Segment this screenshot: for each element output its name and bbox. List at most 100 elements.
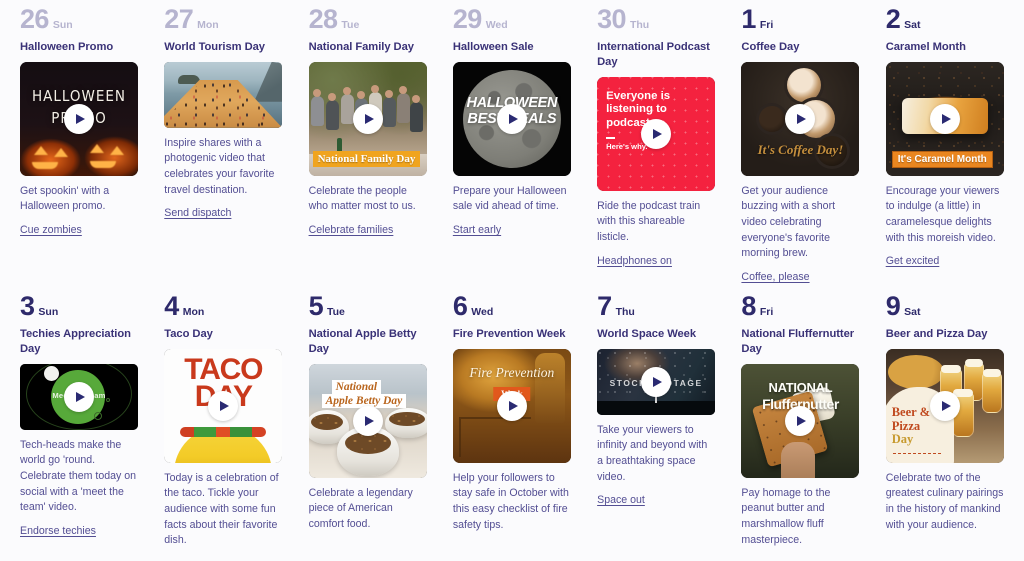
- event-card[interactable]: National Apple Betty Day National Apple …: [308, 321, 427, 533]
- event-description: Get your audience buzzing with a short v…: [741, 184, 836, 260]
- event-action-link[interactable]: Space out: [597, 494, 645, 506]
- date-weekday: Fri: [759, 19, 774, 31]
- date-number: 9: [885, 291, 901, 321]
- calendar-day-cell[interactable]: 6 Wed Fire Prevention Week Fire Preventi…: [452, 287, 571, 561]
- play-icon[interactable]: [929, 390, 960, 421]
- event-action-link[interactable]: Endorse techies: [20, 525, 96, 537]
- event-card[interactable]: Fire Prevention Week Fire Prevention Wee…: [452, 321, 571, 533]
- thumbnail-overlay-text: National Apple Betty Day: [321, 379, 407, 408]
- video-thumbnail[interactable]: Meet the team: [20, 363, 138, 430]
- event-action-link[interactable]: Start early: [453, 224, 501, 236]
- event-description: Today is a celebration of the taco. Tick…: [164, 471, 279, 547]
- date-weekday: Sat: [904, 306, 921, 318]
- play-icon[interactable]: [929, 103, 960, 134]
- thumbnail-overlay-text: Beer & Pizza Day: [892, 406, 930, 447]
- video-thumbnail[interactable]: STOCK FOOTAGE: [597, 348, 716, 415]
- play-icon[interactable]: [496, 390, 527, 421]
- date-header: 27 Mon: [164, 0, 282, 34]
- event-action-link[interactable]: Celebrate families: [309, 224, 394, 236]
- thumbnail-badge: It's Coffee Day!: [757, 141, 844, 157]
- date-number: 29: [452, 4, 482, 34]
- event-description: Get spookin' with a Halloween promo.: [20, 184, 110, 213]
- date-header: 7 Thu: [597, 287, 715, 321]
- video-thumbnail[interactable]: Fire Prevention Week: [452, 348, 571, 463]
- image-thumbnail[interactable]: [164, 61, 283, 128]
- event-card[interactable]: World Space Week STOCK FOOTAGE Take your…: [597, 321, 716, 508]
- play-icon[interactable]: [352, 405, 383, 436]
- calendar-day-cell[interactable]: 1 Fri Coffee Day It's Coffee Day! Get yo…: [741, 0, 860, 287]
- calendar-day-cell[interactable]: 3 Sun Techies Appreciation Day Meet the …: [20, 287, 138, 561]
- event-card[interactable]: Techies Appreciation Day Meet the team T…: [20, 321, 138, 539]
- event-description: Celebrate the people who matter most to …: [308, 184, 416, 213]
- video-thumbnail[interactable]: It's Caramel Month: [885, 61, 1004, 176]
- event-description: Prepare your Halloween sale vid ahead of…: [452, 184, 567, 213]
- date-number: 8: [741, 291, 756, 321]
- play-icon[interactable]: [785, 103, 816, 134]
- video-thumbnail[interactable]: NATIONAL Fluffernutter: [741, 363, 860, 478]
- calendar-day-cell[interactable]: 26 Sun Halloween Promo HALLOWEENPROMO Ge…: [20, 0, 138, 287]
- video-thumbnail[interactable]: HALLOWEENPROMO: [20, 61, 138, 176]
- video-thumbnail[interactable]: TACO DAY: [164, 348, 283, 463]
- play-icon[interactable]: [208, 390, 239, 421]
- video-thumbnail[interactable]: National Family Day: [308, 61, 427, 176]
- thumbnail-overlay-text: Fire Prevention: [469, 364, 555, 380]
- calendar-day-cell[interactable]: 8 Fri National Fluffernutter Day NATIONA…: [741, 287, 860, 561]
- calendar-week-row: 3 Sun Techies Appreciation Day Meet the …: [20, 287, 1004, 561]
- event-card[interactable]: Halloween Sale HALLOWEEN BEST DEALS Prepa…: [452, 34, 571, 238]
- video-thumbnail[interactable]: Everyone is listening to podcasts. Here'…: [597, 76, 716, 191]
- date-number: 7: [597, 291, 612, 321]
- event-card[interactable]: International Podcast Day Everyone is li…: [597, 34, 716, 269]
- event-card[interactable]: National Family Day National Family Day …: [308, 34, 427, 238]
- event-action-link[interactable]: Coffee, please: [741, 271, 809, 283]
- play-icon[interactable]: [496, 103, 527, 134]
- event-card[interactable]: Halloween Promo HALLOWEENPROMO Get spook…: [20, 34, 138, 238]
- calendar-day-cell[interactable]: 7 Thu World Space Week STOCK FOOTAGE Tak…: [597, 287, 716, 561]
- event-title: National Fluffernutter Day: [741, 328, 855, 355]
- thumbnail-artwork: [164, 61, 283, 128]
- event-action-link[interactable]: Get excited: [886, 255, 940, 267]
- video-thumbnail[interactable]: HALLOWEEN BEST DEALS: [452, 61, 571, 176]
- play-icon[interactable]: [785, 405, 816, 436]
- video-thumbnail[interactable]: National Apple Betty Day: [308, 363, 427, 478]
- date-number: 26: [20, 4, 49, 34]
- play-icon[interactable]: [64, 103, 94, 134]
- event-action-link[interactable]: Headphones on: [597, 255, 672, 267]
- event-description: Pay homage to the peanut butter and mars…: [741, 486, 831, 546]
- event-title: Caramel Month: [885, 41, 966, 53]
- date-weekday: Sun: [38, 306, 59, 318]
- calendar-day-cell[interactable]: 29 Wed Halloween Sale HALLOWEEN BEST DEAL…: [452, 0, 571, 287]
- event-card[interactable]: Beer and Pizza Day Beer & Pizza Day Cele…: [885, 321, 1004, 533]
- date-weekday: Thu: [615, 306, 635, 318]
- play-icon[interactable]: [641, 118, 672, 149]
- calendar-day-cell[interactable]: 5 Tue National Apple Betty Day National …: [308, 287, 427, 561]
- event-description: Take your viewers to infinity and beyond…: [597, 423, 708, 483]
- event-action-link[interactable]: Send dispatch: [164, 207, 231, 219]
- date-weekday: Tue: [326, 306, 345, 318]
- event-card[interactable]: Caramel Month It's Caramel Month Encoura…: [885, 34, 1004, 269]
- calendar-day-cell[interactable]: 27 Mon World Tourism Day Inspire shares …: [164, 0, 283, 287]
- calendar-day-cell[interactable]: 30 Thu International Podcast Day Everyon…: [597, 0, 716, 287]
- date-number: 1: [741, 4, 756, 34]
- calendar-day-cell[interactable]: 4 Mon Taco Day TACO DAY Today is a celeb…: [164, 287, 283, 561]
- date-header: 29 Wed: [453, 0, 571, 34]
- event-card[interactable]: World Tourism Day Inspire shares with a …: [164, 34, 283, 221]
- calendar-day-cell[interactable]: 28 Tue National Family Day National Fami…: [308, 0, 427, 287]
- play-icon[interactable]: [352, 103, 383, 134]
- video-thumbnail[interactable]: Beer & Pizza Day: [885, 348, 1004, 463]
- event-card[interactable]: Taco Day TACO DAY Today is a celebration…: [164, 321, 283, 549]
- event-card[interactable]: National Fluffernutter Day NATIONAL Fluf…: [741, 321, 860, 548]
- event-card[interactable]: Coffee Day It's Coffee Day! Get your aud…: [741, 34, 860, 285]
- event-title: World Space Week: [597, 328, 697, 340]
- play-icon[interactable]: [641, 366, 672, 397]
- event-description: Celebrate two of the greatest culinary p…: [885, 471, 1004, 531]
- event-title: Coffee Day: [741, 41, 800, 53]
- calendar-day-cell[interactable]: 9 Sat Beer and Pizza Day Beer & Pizza Da…: [885, 287, 1004, 561]
- event-title: World Tourism Day: [164, 41, 265, 53]
- date-header: 28 Tue: [309, 0, 427, 34]
- play-icon[interactable]: [64, 381, 94, 412]
- calendar-day-cell[interactable]: 2 Sat Caramel Month It's Caramel Month E…: [885, 0, 1004, 287]
- event-action-link[interactable]: Cue zombies: [20, 224, 82, 236]
- thumbnail-overlay-subtext: Here's why.: [606, 141, 648, 151]
- date-weekday: Sun: [52, 19, 73, 31]
- video-thumbnail[interactable]: It's Coffee Day!: [741, 61, 860, 176]
